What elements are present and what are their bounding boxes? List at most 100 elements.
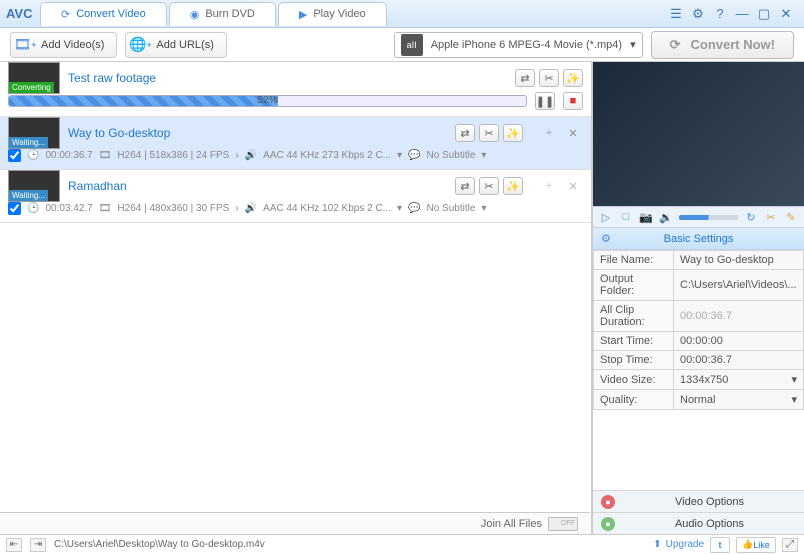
- thumbnail: Waiting...: [8, 170, 60, 202]
- progress-bar: 52%: [8, 95, 527, 107]
- chevron-down-icon[interactable]: ▾: [481, 203, 486, 214]
- chevron-down-icon[interactable]: ▾: [481, 150, 486, 161]
- video-options-label: Video Options: [623, 496, 796, 508]
- chevron-right-icon[interactable]: ›: [235, 203, 238, 214]
- thumbnail: Waiting...: [8, 117, 60, 149]
- clock-icon: 🕒: [27, 203, 39, 214]
- item-title: Test raw footage: [68, 71, 507, 85]
- list-item[interactable]: Converting Test raw footage ⇄ ✂ ✨ 52% ❚❚…: [0, 62, 591, 117]
- menu-icon[interactable]: ☰: [668, 6, 684, 22]
- clip-value: 00:00:36.7: [674, 301, 804, 332]
- start-key: Start Time:: [594, 332, 674, 351]
- audio-info: AAC 44 KHz 273 Kbps 2 C...: [263, 150, 391, 161]
- chevron-down-icon[interactable]: ▾: [397, 203, 402, 214]
- size-select[interactable]: 1334x750▾: [680, 373, 797, 386]
- add-urls-button[interactable]: 🌐+ Add URL(s): [125, 32, 226, 58]
- stop-key: Stop Time:: [594, 351, 674, 370]
- play-icon[interactable]: ▷: [599, 210, 613, 224]
- convert-now-button[interactable]: ⟳ Convert Now!: [651, 31, 794, 59]
- item-checkbox[interactable]: [8, 149, 21, 162]
- start-value[interactable]: 00:00:00: [674, 332, 804, 351]
- preview-controls: ▷ □ 📷 🔉 ↻ ✂ ✎: [593, 206, 804, 228]
- minimize-icon[interactable]: —: [734, 6, 750, 22]
- header-label: Basic Settings: [664, 233, 734, 245]
- remove-icon[interactable]: ✕: [563, 177, 583, 195]
- wand-icon[interactable]: ✨: [563, 69, 583, 87]
- output-profile-select[interactable]: aII Apple iPhone 6 MPEG-4 Movie (*.mp4) …: [394, 32, 643, 58]
- quality-key: Quality:: [594, 390, 674, 410]
- list-item[interactable]: Waiting... Ramadhan ⇄ ✂ ✨ + ✕ 🕒 00:03:42…: [0, 170, 591, 223]
- video-icon: 🎞: [99, 203, 112, 214]
- wand-icon[interactable]: ✨: [503, 177, 523, 195]
- swap-icon[interactable]: ⇄: [455, 124, 475, 142]
- settings-table: File Name:Way to Go-desktop Output Folde…: [593, 250, 804, 410]
- subtitle-info: No Subtitle: [426, 203, 475, 214]
- expand-icon[interactable]: ⤢: [782, 538, 798, 552]
- refresh-icon: ⟳: [61, 8, 70, 21]
- tab-play-video[interactable]: ▶ Play Video: [278, 2, 387, 26]
- cut-icon[interactable]: ✂: [539, 69, 559, 87]
- add-icon[interactable]: +: [539, 124, 559, 142]
- add-icon[interactable]: +: [539, 177, 559, 195]
- audio-options-row[interactable]: ● Audio Options: [593, 512, 804, 534]
- swap-icon[interactable]: ⇄: [455, 177, 475, 195]
- add-videos-button[interactable]: 🎞+ Add Video(s): [10, 32, 117, 58]
- close-icon[interactable]: ✕: [778, 6, 794, 22]
- status-path: C:\Users\Ariel\Desktop\Way to Go-desktop…: [54, 539, 265, 550]
- disc-icon: ◉: [190, 8, 200, 21]
- stop-value[interactable]: 00:00:36.7: [674, 351, 804, 370]
- tab-convert-video[interactable]: ⟳ Convert Video: [40, 2, 167, 26]
- quality-select[interactable]: Normal▾: [680, 393, 797, 406]
- video-list: Converting Test raw footage ⇄ ✂ ✨ 52% ❚❚…: [0, 62, 592, 534]
- side-panel: ▷ □ 📷 🔉 ↻ ✂ ✎ ⚙ Basic Settings File Name…: [592, 62, 804, 534]
- toolbar: 🎞+ Add Video(s) 🌐+ Add URL(s) aII Apple …: [0, 28, 804, 62]
- swap-icon[interactable]: ⇄: [515, 69, 535, 87]
- clip-key: All Clip Duration:: [594, 301, 674, 332]
- globe-plus-icon: 🌐+: [130, 35, 150, 55]
- file-name-value[interactable]: Way to Go-desktop: [674, 251, 804, 270]
- gear-icon[interactable]: ⚙: [690, 6, 706, 22]
- subtitle-icon: 💬: [408, 203, 420, 214]
- chevron-down-icon[interactable]: ▾: [397, 150, 402, 161]
- tab-label: Convert Video: [76, 8, 146, 20]
- duration: 00:00:36.7: [45, 150, 92, 161]
- chevron-down-icon: ▾: [791, 393, 797, 406]
- help-icon[interactable]: ?: [712, 6, 728, 22]
- next-icon[interactable]: ⇥: [30, 538, 46, 552]
- rotate-icon[interactable]: ↻: [744, 210, 758, 224]
- facebook-like-button[interactable]: 👍 Like: [736, 537, 776, 553]
- chevron-right-icon[interactable]: ›: [235, 150, 238, 161]
- remove-icon[interactable]: ✕: [563, 124, 583, 142]
- upgrade-link[interactable]: ⬆ Upgrade: [653, 539, 704, 550]
- list-item[interactable]: Waiting... Way to Go-desktop ⇄ ✂ ✨ + ✕ 🕒…: [0, 117, 591, 170]
- cut-icon[interactable]: ✂: [479, 124, 499, 142]
- output-value[interactable]: C:\Users\Ariel\Videos\...: [674, 270, 804, 301]
- tab-label: Burn DVD: [205, 8, 255, 20]
- globe-icon: ⚙: [601, 232, 611, 245]
- cut-icon[interactable]: ✂: [764, 210, 778, 224]
- stop-icon[interactable]: □: [619, 210, 633, 224]
- stop-button[interactable]: ■: [563, 92, 583, 110]
- status-badge: Waiting...: [9, 190, 48, 201]
- volume-icon[interactable]: 🔉: [659, 210, 673, 224]
- size-key: Video Size:: [594, 370, 674, 390]
- status-badge: Waiting...: [9, 137, 48, 148]
- join-toggle[interactable]: OFF: [548, 517, 578, 531]
- volume-slider[interactable]: [679, 215, 738, 220]
- audio-icon: 🔊: [245, 150, 257, 161]
- basic-settings-header[interactable]: ⚙ Basic Settings: [593, 228, 804, 250]
- item-checkbox[interactable]: [8, 202, 21, 215]
- prev-icon[interactable]: ⇤: [6, 538, 22, 552]
- maximize-icon[interactable]: ▢: [756, 6, 772, 22]
- wand-icon[interactable]: ✨: [503, 124, 523, 142]
- twitter-button[interactable]: t: [710, 537, 730, 553]
- cut-icon[interactable]: ✂: [479, 177, 499, 195]
- effects-icon[interactable]: ✎: [784, 210, 798, 224]
- audio-icon: ●: [601, 517, 615, 531]
- video-options-row[interactable]: ● Video Options: [593, 490, 804, 512]
- snapshot-icon[interactable]: 📷: [639, 210, 653, 224]
- tab-burn-dvd[interactable]: ◉ Burn DVD: [169, 2, 276, 26]
- list-footer: Join All Files OFF: [0, 512, 590, 534]
- pause-button[interactable]: ❚❚: [535, 92, 555, 110]
- join-label: Join All Files: [481, 518, 542, 530]
